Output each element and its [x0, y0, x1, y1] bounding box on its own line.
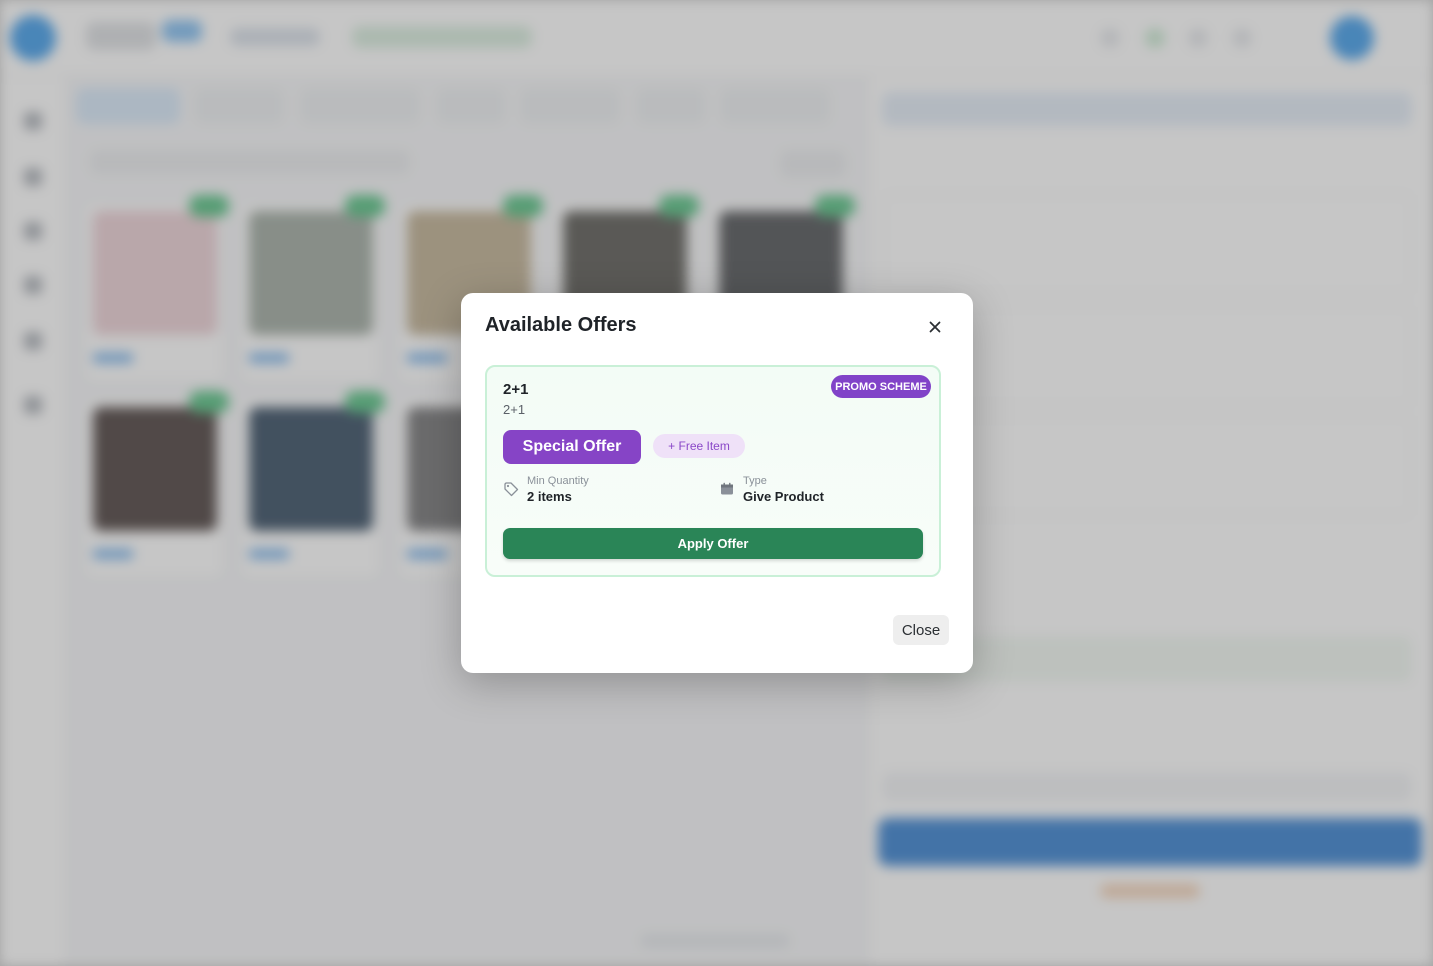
apply-offer-button[interactable]: Apply Offer [503, 528, 923, 559]
min-quantity-label: Min Quantity [527, 475, 589, 487]
modal-title: Available Offers [485, 314, 637, 336]
free-item-pill: + Free Item [653, 434, 745, 458]
offer-subtitle: 2+1 [503, 402, 526, 417]
type-label: Type [743, 475, 767, 487]
min-quantity-value: 2 items [527, 489, 572, 504]
close-button[interactable]: Close [893, 615, 949, 645]
offer-type-info: Type Give Product [719, 475, 919, 507]
special-offer-tag: Special Offer [503, 430, 641, 464]
offer-name: 2+1 [503, 381, 529, 398]
promo-scheme-badge: PROMO SCHEME [831, 375, 931, 398]
min-quantity-info: Min Quantity 2 items [503, 475, 703, 507]
type-value: Give Product [743, 489, 824, 504]
calendar-icon [721, 482, 733, 495]
available-offers-modal: Available Offers 2+1 2+1 PROMO SCHEME Sp… [461, 293, 973, 673]
tag-icon [504, 482, 519, 497]
close-icon[interactable] [925, 317, 945, 337]
offer-card: 2+1 2+1 PROMO SCHEME Special Offer + Fre… [485, 365, 941, 577]
close-icon-glyph [929, 321, 941, 333]
